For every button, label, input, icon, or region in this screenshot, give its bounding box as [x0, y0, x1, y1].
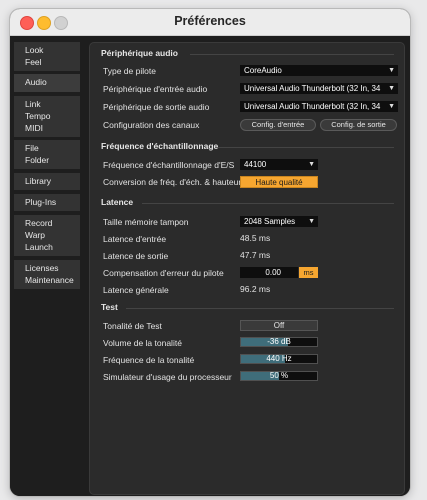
divider — [126, 308, 394, 309]
buffer-size-label: Taille mémoire tampon — [103, 217, 189, 227]
driver-type-label: Type de pilote — [103, 66, 156, 76]
input-device-dropdown[interactable]: Universal Audio Thunderbolt (32 In, 34 ▼ — [240, 83, 398, 94]
tab-label: File — [25, 143, 39, 153]
channel-config-label: Configuration des canaux — [103, 120, 200, 130]
tab-plug-ins[interactable]: Plug-Ins — [14, 194, 80, 211]
cpu-simulator-slider[interactable]: 50 % — [240, 371, 318, 381]
tab-link-tempo-midi[interactable]: Link Tempo MIDI — [14, 96, 80, 137]
preferences-content: Look Feel Audio Link Tempo MIDI File Fol… — [10, 36, 410, 496]
tone-volume-value: -36 dB — [267, 337, 291, 346]
tab-label: Folder — [25, 155, 50, 165]
tab-label: Feel — [25, 57, 42, 67]
output-latency-value: 47.7 ms — [240, 250, 271, 260]
input-latency-label: Latence d'entrée — [103, 234, 167, 244]
tab-label: Library — [25, 176, 51, 186]
output-device-value: Universal Audio Thunderbolt (32 In, 34 — [244, 102, 381, 111]
window-title: Préférences — [174, 14, 246, 28]
tab-label: Tempo — [25, 111, 51, 121]
tab-label: Audio — [25, 77, 47, 87]
test-tone-toggle[interactable]: Off — [240, 320, 318, 331]
tone-volume-slider[interactable]: -36 dB — [240, 337, 318, 347]
tab-label: Maintenance — [25, 275, 74, 285]
driver-error-input[interactable]: 0.00 — [240, 267, 298, 278]
dropdown-arrow-icon: ▼ — [308, 218, 315, 225]
driver-error-label: Compensation d'erreur du pilote — [103, 268, 224, 278]
tab-licenses-maintenance[interactable]: Licenses Maintenance — [14, 260, 80, 289]
tab-label: Look — [25, 45, 44, 55]
input-device-value: Universal Audio Thunderbolt (32 In, 34 — [244, 84, 381, 93]
tab-audio[interactable]: Audio — [14, 74, 80, 92]
tab-file-folder[interactable]: File Folder — [14, 140, 80, 169]
divider — [142, 203, 394, 204]
input-config-button[interactable]: Config. d'entrée — [240, 119, 316, 131]
dropdown-arrow-icon: ▼ — [388, 103, 395, 110]
audio-settings-panel: Périphérique audio Type de pilote CoreAu… — [89, 42, 405, 495]
dropdown-arrow-icon: ▼ — [308, 161, 315, 168]
tab-label: MIDI — [25, 123, 43, 133]
section-heading-test: Test — [101, 302, 118, 312]
driver-error-unit: ms — [299, 267, 318, 278]
buffer-size-dropdown[interactable]: 2048 Samples ▼ — [240, 216, 318, 227]
section-heading-sample-rate: Fréquence d'échantillonnage — [101, 141, 219, 151]
divider — [190, 54, 394, 55]
output-latency-label: Latence de sortie — [103, 251, 169, 261]
input-latency-value: 48.5 ms — [240, 233, 271, 243]
tone-volume-label: Volume de la tonalité — [103, 338, 182, 348]
dropdown-arrow-icon: ▼ — [388, 85, 395, 92]
output-config-button[interactable]: Config. de sortie — [320, 119, 397, 131]
tab-label: Licenses — [25, 263, 59, 273]
test-tone-label: Tonalité de Test — [103, 321, 162, 331]
divider — [218, 147, 394, 148]
cpu-simulator-value: 50 % — [269, 371, 289, 380]
cpu-simulator-label: Simulateur d'usage du processeur — [103, 372, 232, 382]
tone-frequency-value: 440 Hz — [266, 354, 292, 363]
overall-latency-value: 96.2 ms — [240, 284, 271, 294]
output-device-dropdown[interactable]: Universal Audio Thunderbolt (32 In, 34 ▼ — [240, 101, 398, 112]
tab-label: Warp — [25, 230, 45, 240]
rate-conversion-toggle[interactable]: Haute qualité — [240, 176, 318, 188]
driver-type-value: CoreAudio — [244, 66, 282, 75]
rate-conversion-label: Conversion de fréq. d'éch. & hauteur — [103, 177, 242, 187]
tab-label: Record — [25, 218, 53, 228]
output-device-label: Périphérique de sortie audio — [103, 102, 210, 112]
tone-frequency-label: Fréquence de la tonalité — [103, 355, 195, 365]
input-device-label: Périphérique d'entrée audio — [103, 84, 208, 94]
tab-label: Plug-Ins — [25, 197, 57, 207]
overall-latency-label: Latence générale — [103, 285, 169, 295]
io-sample-rate-dropdown[interactable]: 44100 ▼ — [240, 159, 318, 170]
tab-look-feel[interactable]: Look Feel — [14, 42, 80, 71]
io-sample-rate-value: 44100 — [244, 160, 267, 169]
io-sample-rate-label: Fréquence d'échantillonnage d'E/S — [103, 160, 235, 170]
dropdown-arrow-icon: ▼ — [388, 67, 395, 74]
tab-library[interactable]: Library — [14, 173, 80, 190]
tone-frequency-slider[interactable]: 440 Hz — [240, 354, 318, 364]
tab-record-warp-launch[interactable]: Record Warp Launch — [14, 215, 80, 256]
tab-label: Launch — [25, 242, 53, 252]
section-heading-audio-device: Périphérique audio — [101, 48, 178, 58]
preferences-window: Préférences Look Feel Audio Link Tempo M… — [10, 9, 410, 496]
tab-label: Link — [25, 99, 41, 109]
driver-type-dropdown[interactable]: CoreAudio ▼ — [240, 65, 398, 76]
section-heading-latency: Latence — [101, 197, 134, 207]
title-bar: Préférences — [10, 9, 410, 36]
buffer-size-value: 2048 Samples — [244, 217, 296, 226]
